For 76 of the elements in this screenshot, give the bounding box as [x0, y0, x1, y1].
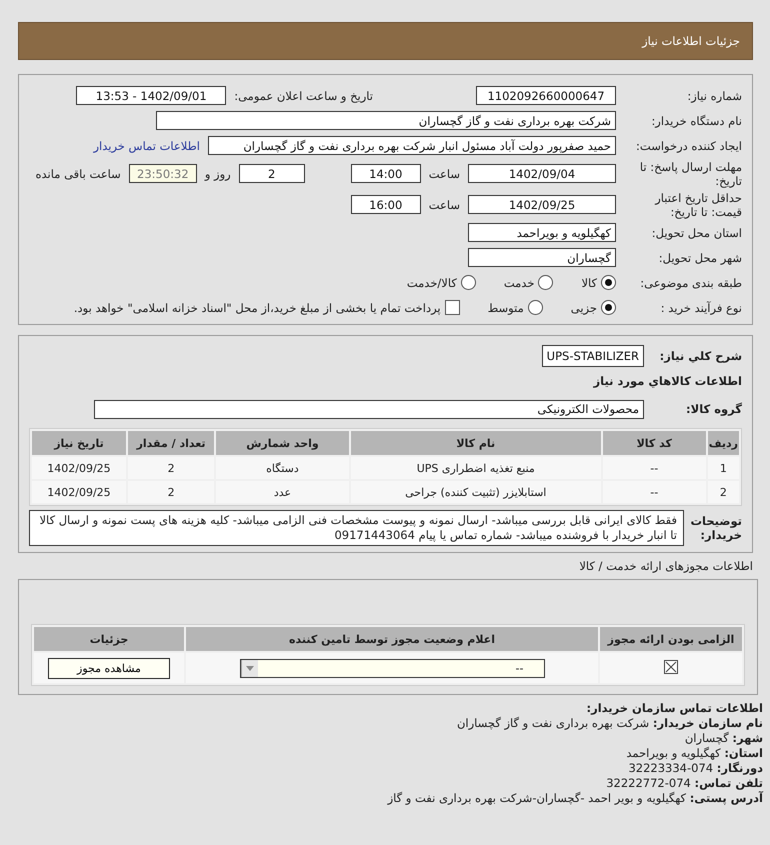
field-label: روز و — [204, 166, 231, 180]
column-header: ردیف — [708, 431, 739, 455]
field-label: ایجاد کننده درخواست: — [635, 138, 743, 152]
column-header: واحد شمارش — [216, 431, 349, 455]
field-label: نوع فرآیند خرید : — [660, 300, 743, 314]
radio-label: کالا — [581, 276, 597, 290]
column-header: جزئیات — [34, 627, 184, 651]
contact-line: نام سازمان خریدار: شرکت بهره برداری نفت و گاز گچساران — [456, 716, 763, 731]
description-text: فقط کالای ایرانی قابل بررسی میباشد- ارسال نمونه و پیوست مشخصات فنی الزامی میباشد- کلیه هزینه های پست نمونه و ارسال کالا تا انبار خریدار با فروشنده میباشد- شماره تماس یا پیام 09171443064 — [29, 510, 684, 546]
table-cell: دستگاه — [216, 457, 349, 479]
column-header: اعلام وضعیت مجوز توسط تامین کننده — [186, 627, 598, 651]
table-cell: 1402/09/25 — [32, 481, 126, 503]
status-select[interactable]: -- — [240, 658, 544, 678]
section-title: اطلاعات مجوزهای ارائه خدمت / کالا — [579, 559, 753, 573]
location-field: گچساران — [468, 248, 616, 267]
checkbox-label: پرداخت تمام یا بخشی از مبلغ خرید،از محل "اسناد خزانه اسلامی" خواهد بود. — [74, 300, 441, 314]
days-field: 2 — [238, 164, 305, 183]
deadline-date-field: 1402/09/04 — [468, 164, 616, 183]
requester-field: حمید صفرپور دولت آباد مسئول انبار شرکت بهره برداری نفت و گاز گچساران — [208, 136, 616, 155]
field-label: نام دستگاه خریدار: — [650, 114, 743, 128]
page-title: جزئیات اطلاعات نیاز — [642, 34, 740, 48]
validity-time-field: 16:00 — [350, 195, 421, 214]
field-label: ساعت باقی مانده — [36, 166, 121, 180]
checkbox[interactable] — [444, 300, 460, 315]
contact-line: آدرس پستی: کهگیلویه و بویر احمد -گچساران-شرکت بهره برداری نفت و گاز — [386, 791, 763, 806]
buyer-org-field: شرکت بهره برداری نفت و گاز گچساران — [156, 111, 616, 130]
location-field: کهگیلویه و بویراحمد — [468, 223, 616, 242]
table-cell: استابلایزر (تثبیت کننده) جراحی — [350, 481, 601, 503]
field-label: حداقل تاریخ اعتبار قیمت: تا تاریخ: — [654, 190, 743, 218]
goods-group-field: محصولات الکترونیکی — [94, 400, 644, 418]
table-cell: 2 — [128, 481, 214, 503]
radio-label: خدمت — [504, 276, 534, 290]
field-label: طبقه بندی موضوعی: — [639, 276, 743, 290]
table-cell: 2 — [708, 481, 739, 503]
field-label: ساعت — [428, 198, 460, 212]
field-label: مهلت ارسال پاسخ: تا تاریخ: — [638, 160, 743, 188]
view-permit-button[interactable]: مشاهده مجوز — [48, 658, 170, 678]
column-header: تاریخ نیاز — [32, 431, 126, 455]
radio-label: متوسط — [488, 300, 524, 314]
column-header: تعداد / مقدار — [128, 431, 214, 455]
radio-button[interactable] — [528, 300, 543, 315]
column-header: الزامی بودن ارائه مجوز — [600, 627, 742, 651]
radio-button[interactable] — [601, 300, 616, 315]
field-label: گروه کالا: — [685, 402, 743, 416]
field-label: تاریخ و ساعت اعلان عمومی: — [234, 88, 373, 102]
section-heading: اطلاعات کالاهاي مورد نياز — [592, 374, 743, 388]
radio-button[interactable] — [460, 275, 476, 290]
table-cell: -- — [602, 481, 706, 503]
field-label: استان محل تحویل: — [650, 226, 743, 240]
deadline-time-field: 14:00 — [350, 164, 421, 183]
field-label: توضیحات خریدار: — [692, 514, 743, 542]
field-label: شهر محل تحویل: — [658, 250, 743, 264]
field-label: شرح کلي نياز: — [658, 349, 743, 363]
radio-button[interactable] — [601, 275, 616, 290]
radio-label: جزیی — [570, 300, 597, 314]
table-cell: منبع تغذیه اضطراری UPS — [350, 457, 601, 479]
table-cell: 1 — [708, 457, 739, 479]
need-number-field: 1102092660000647 — [476, 86, 616, 105]
table-cell: 2 — [128, 457, 214, 479]
field-label: ساعت — [428, 166, 460, 180]
buyer-contact-link[interactable]: اطلاعات تماس خریدار — [93, 138, 200, 152]
table-cell: عدد — [216, 481, 349, 503]
remaining-time-field: 23:50:32 — [128, 164, 197, 183]
summary-field: UPS-STABILIZER — [542, 345, 644, 367]
column-header: کد کالا — [602, 431, 706, 455]
table-cell: -- — [602, 457, 706, 479]
radio-label: کالا/خدمت — [406, 276, 457, 290]
validity-date-field: 1402/09/25 — [468, 195, 616, 214]
field-label: شماره نیاز: — [686, 88, 743, 102]
radio-button[interactable] — [538, 275, 554, 290]
contact-heading: اطلاعات تماس سازمان خریدار: — [585, 701, 763, 716]
announce-date-field: 1402/09/01 - 13:53 — [76, 86, 226, 105]
table-cell: 1402/09/25 — [32, 457, 126, 479]
contact-line: شهر: گچساران — [684, 731, 763, 746]
column-header: نام کالا — [350, 431, 601, 455]
contact-line: استان: کهگیلویه و بویراحمد — [625, 746, 763, 761]
